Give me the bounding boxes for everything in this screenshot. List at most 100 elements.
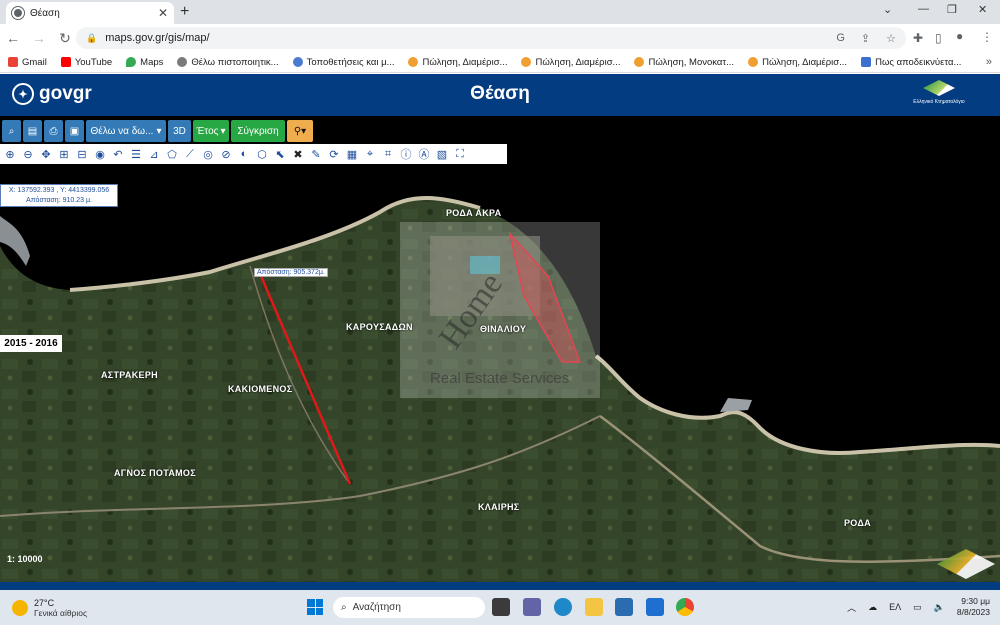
print-button[interactable]: ⎙ [44, 120, 63, 142]
volume-icon[interactable]: 🔈 [934, 602, 945, 613]
google-icon[interactable]: G [836, 32, 845, 44]
layer-dropdown[interactable]: Θέλω να δω... ▾ [86, 120, 166, 142]
mail-icon[interactable] [646, 598, 664, 616]
zoom-box-icon[interactable]: ⊞ [56, 146, 72, 162]
task-view-icon[interactable] [492, 598, 510, 616]
map-toolbar-tools: ⊕ ⊖ ✥ ⊞ ⊟ ◉ ↶ ☰ ⊿ ⬠ ⟋ ◎ ⊘ ◐ ⬡ ⬉ ✖ ✎ ⟳ ▦ … [0, 144, 507, 164]
weather-icon [12, 600, 28, 616]
bookmark-label: Πώληση, Διαμέρισ... [762, 56, 848, 68]
annotate-icon[interactable]: ◐ [236, 146, 252, 162]
place-label: ΚΑΡΟΥΣΑΔΩΝ [346, 322, 413, 332]
street-view-icon[interactable]: ⛶ [452, 146, 468, 162]
no-draw-icon[interactable]: ⊘ [218, 146, 234, 162]
network-icon[interactable]: ▭ [913, 602, 922, 613]
url-text[interactable]: maps.gov.gr/gis/map/ [105, 32, 820, 44]
forward-button[interactable]: → [26, 30, 52, 46]
imagery-year-badge: 2015 - 2016 [0, 335, 62, 352]
zoom-out-icon[interactable]: ⊖ [20, 146, 36, 162]
shape-icon[interactable]: ⬡ [254, 146, 270, 162]
polyline-icon[interactable]: ⟋ [182, 146, 198, 162]
year-dropdown[interactable]: Έτος ▾ [193, 120, 229, 142]
app-footer-bar [0, 582, 1000, 590]
bookmark-label: YouTube [74, 56, 113, 68]
image-icon[interactable]: ▧ [434, 146, 450, 162]
bookmark-item[interactable]: Maps [126, 57, 163, 68]
refresh-icon[interactable]: ⟳ [326, 146, 342, 162]
minimize-button[interactable]: — [918, 3, 929, 15]
bookmark-item[interactable]: Πώληση, Μονοκατ... [634, 57, 734, 68]
bookmark-item[interactable]: Θέλω πιστοποιητικ... [177, 57, 279, 68]
language-indicator[interactable]: ΕΛ [889, 602, 901, 612]
zoom-extent-icon[interactable]: ⊟ [74, 146, 90, 162]
bookmark-item[interactable]: Πώληση, Διαμέρισ... [748, 57, 847, 68]
bookmark-item[interactable]: YouTube [60, 56, 113, 68]
bookmark-item[interactable]: Πώληση, Διαμέρισ... [408, 57, 507, 68]
select-icon[interactable]: ⬉ [272, 146, 288, 162]
polygon-icon[interactable]: ⬠ [164, 146, 180, 162]
edit-icon[interactable]: ✎ [308, 146, 324, 162]
chrome-icon[interactable] [676, 598, 694, 616]
store-icon[interactable] [615, 598, 633, 616]
search-button[interactable]: ⌕ [2, 120, 21, 142]
xy-goto-icon[interactable]: ⌗ [380, 146, 396, 162]
layers-icon[interactable]: ☰ [128, 146, 144, 162]
3d-button[interactable]: 3D [168, 120, 191, 142]
sidepanel-icon[interactable]: ▯ [935, 31, 942, 45]
user-location-icon[interactable]: ◉ [92, 146, 108, 162]
tab-search-icon[interactable]: ⌄ [883, 3, 892, 16]
file-explorer-icon[interactable] [585, 598, 603, 616]
start-button[interactable] [307, 599, 323, 615]
back-button[interactable]: ← [0, 30, 26, 46]
bookmark-star-icon[interactable]: ☆ [886, 32, 896, 45]
weather-widget[interactable]: 27°C Γενικά αίθριος [12, 598, 87, 618]
onedrive-icon[interactable]: ☁ [868, 602, 877, 613]
document-button[interactable]: ▤ [23, 120, 42, 142]
share-icon[interactable]: ⇪ [861, 32, 870, 45]
coordinate-text: X: 137592.393 , Y: 4413399.056 [8, 187, 110, 194]
zoom-in-icon[interactable]: ⊕ [2, 146, 18, 162]
save-icon: ▣ [69, 125, 80, 137]
xy-icon[interactable]: ⌖ [362, 146, 378, 162]
compare-label: Σύγκριση [237, 125, 279, 137]
new-tab-button[interactable]: + [180, 3, 189, 21]
edge-icon[interactable] [554, 598, 572, 616]
info-icon[interactable]: ⓘ [398, 146, 414, 162]
place-label: ΑΣΤΡΑΚΕΡΗ [101, 370, 158, 380]
bookmark-item[interactable]: Gmail [8, 57, 47, 68]
taskbar-search[interactable]: ⌕ Αναζήτηση [333, 597, 485, 618]
history-icon[interactable]: ↶ [110, 146, 126, 162]
ktimatologio-icon [923, 80, 955, 96]
identify-icon[interactable]: Ⓐ [416, 146, 432, 162]
layer-dropdown-label: Θέλω να δω... [90, 125, 154, 137]
bookmark-item[interactable]: Πως αποδεικνύετα... [861, 57, 961, 68]
close-window-button[interactable]: ✕ [978, 3, 987, 16]
chevron-up-icon[interactable]: ︿ [847, 601, 856, 614]
measure-icon[interactable]: ⊿ [146, 146, 162, 162]
bookmark-label: Πώληση, Μονοκατ... [648, 56, 735, 68]
close-tab-icon[interactable]: ✕ [158, 6, 168, 20]
location-dropdown[interactable]: ⚲▾ [287, 120, 313, 142]
compare-button[interactable]: Σύγκριση [231, 120, 285, 142]
restore-button[interactable]: ❐ [947, 3, 957, 16]
delete-icon[interactable]: ✖ [290, 146, 306, 162]
reload-button[interactable]: ↻ [52, 30, 78, 47]
more-bookmarks-icon[interactable]: » [986, 56, 992, 68]
report-icon[interactable]: ▦ [344, 146, 360, 162]
bookmarks-bar: Gmail YouTube Maps Θέλω πιστοποιητικ... … [0, 52, 1000, 73]
clock[interactable]: 9:30 μμ 8/8/2023 [957, 596, 990, 618]
extensions-icon[interactable]: ✚ [913, 31, 923, 45]
browser-tab[interactable]: Θέαση ✕ [6, 2, 174, 24]
bookmark-item[interactable]: Πώληση, Διαμέρισ... [521, 57, 620, 68]
circle-icon[interactable]: ◎ [200, 146, 216, 162]
bookmark-item[interactable]: Τοποθετήσεις και μ... [292, 57, 394, 68]
place-label: ΑΓΝΟΣ ΠΟΤΑΜΟΣ [114, 468, 196, 478]
map-canvas[interactable]: Home Real Estate Services ΡΟΔΑ ΑΚΡΑ ΚΑΡΟ… [0, 116, 1000, 582]
teams-icon[interactable] [523, 598, 541, 616]
profile-icon[interactable]: ● [956, 29, 963, 43]
omnibox[interactable]: 🔒 maps.gov.gr/gis/map/ G ⇪ ☆ [76, 27, 906, 49]
3d-label: 3D [173, 125, 186, 137]
menu-icon[interactable]: ⋮ [981, 30, 993, 44]
save-button[interactable]: ▣ [65, 120, 84, 142]
place-label: ΚΛΑΙΡΗΣ [478, 502, 520, 512]
pan-icon[interactable]: ✥ [38, 146, 54, 162]
